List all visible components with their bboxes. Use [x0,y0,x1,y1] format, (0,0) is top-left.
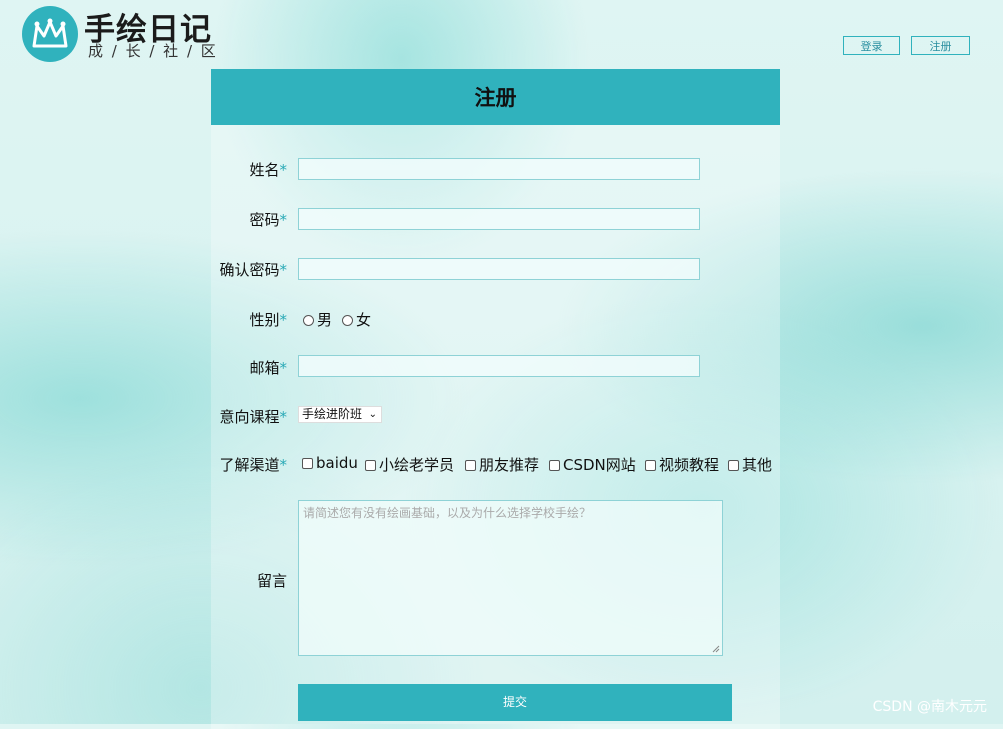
password-label: 密码* [249,211,287,229]
brand-logo: 手绘日记 成 / 长 / 社 / 区 [22,4,232,62]
submit-button[interactable]: 提交 [298,684,732,721]
brand-subtitle: 成 / 长 / 社 / 区 [88,42,218,60]
gender-option-male[interactable]: 男 [303,309,332,330]
radio-icon[interactable] [342,315,353,326]
channel-option-video[interactable]: 视频教程 [645,454,719,475]
message-placeholder: 请简述您有没有绘画基础，以及为什么选择学校手绘？ [303,506,592,520]
channel-label: 了解渠道* [219,456,287,474]
channel-option-friend[interactable]: 朋友推荐 [465,454,539,475]
course-select[interactable]: 手绘进阶班 ⌄ [298,406,382,423]
checkbox-icon[interactable] [728,460,739,471]
checkbox-icon[interactable] [302,458,313,469]
register-button[interactable]: 注册 [911,36,970,55]
checkbox-icon[interactable] [549,460,560,471]
form-title: 注册 [211,69,780,125]
password-input[interactable] [298,208,700,230]
confirm-password-label: 确认密码* [219,261,287,279]
email-label: 邮箱* [249,359,287,377]
radio-icon[interactable] [303,315,314,326]
name-label: 姓名* [249,161,287,179]
email-input[interactable] [298,355,700,377]
watermark: CSDN @南木元元 [872,699,987,715]
name-input[interactable] [298,158,700,180]
gender-label: 性别* [249,311,287,329]
checkbox-icon[interactable] [365,460,376,471]
confirm-password-input[interactable] [298,258,700,280]
message-label: 留言 [256,572,287,590]
message-textarea[interactable]: 请简述您有没有绘画基础，以及为什么选择学校手绘？ [298,500,723,656]
checkbox-icon[interactable] [465,460,476,471]
channel-option-csdn[interactable]: CSDN网站 [549,454,636,475]
chevron-down-icon: ⌄ [368,409,377,420]
channel-option-old-student[interactable]: 小绘老学员 [365,454,454,475]
course-label: 意向课程* [219,408,287,426]
crown-icon [22,6,78,62]
channel-option-other[interactable]: 其他 [728,454,772,475]
resize-grip-icon[interactable] [711,644,720,653]
channel-option-baidu[interactable]: baidu [302,454,358,472]
checkbox-icon[interactable] [645,460,656,471]
gender-option-female[interactable]: 女 [342,309,371,330]
login-button[interactable]: 登录 [843,36,900,55]
